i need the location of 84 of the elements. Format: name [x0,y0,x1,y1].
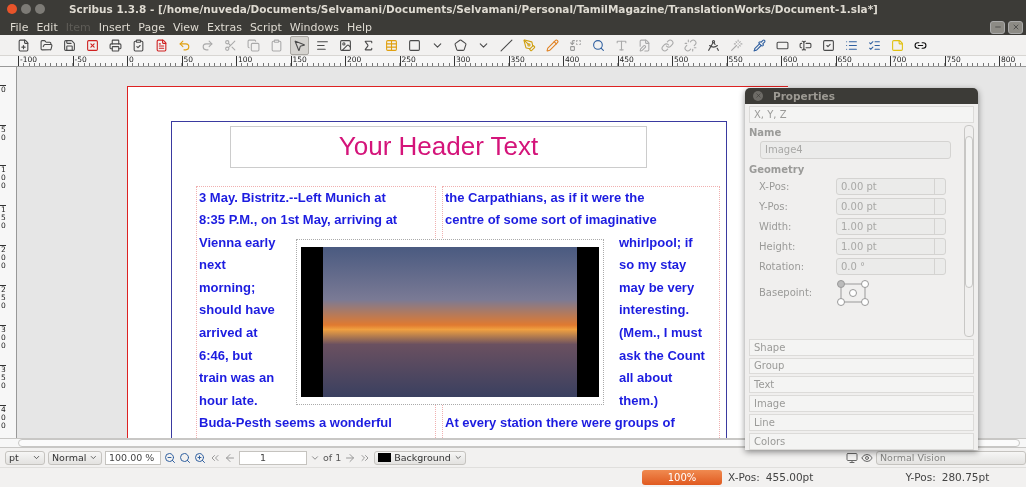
menu-item[interactable]: Page [134,20,169,34]
menu-item[interactable]: View [169,20,204,34]
zoom-in-icon[interactable] [194,451,206,464]
section-header[interactable]: Colors [749,433,974,450]
restore-icon[interactable] [990,20,1005,34]
body-text-line: train was an [198,369,275,388]
spin-field[interactable]: 1.00 pt [836,217,946,235]
header-text: Your Header Text [230,125,647,168]
body-text-line: should have [198,301,275,320]
zoom-field[interactable]: 100.00 % [105,450,161,465]
zoom-icon[interactable] [179,451,191,464]
spin-field[interactable]: 0.00 pt [836,177,946,195]
section-header[interactable]: Group [749,357,974,375]
select-pointer-icon[interactable] [290,35,309,55]
layer-dropdown[interactable]: Background [374,450,467,465]
spin-field[interactable]: 0.00 pt [836,197,946,215]
menu-item[interactable]: Windows [285,20,343,34]
mode-dropdown[interactable]: Normal [48,450,102,465]
eye-icon[interactable] [861,451,873,464]
unit-dropdown[interactable]: pt [5,450,45,465]
section-header[interactable]: Shape [749,338,974,356]
page-field[interactable]: 1 [239,450,307,465]
caret-icon [89,453,98,462]
body-text-line: interesting. [619,301,691,320]
body-text-line: arrived at [198,324,258,343]
previous-page-icon[interactable] [224,451,236,464]
body-text-line: may be very [619,278,696,297]
field-label: Rotation: [759,260,806,272]
section-header[interactable]: Image [749,395,974,413]
field-label: Basepoint: [759,287,814,299]
name-field[interactable]: Image4 [760,140,951,159]
menu-item[interactable]: File [6,20,33,34]
caret-icon [32,453,41,462]
spin-field[interactable]: 0.0 ° [836,257,946,275]
page-count: of 1 [323,452,342,463]
field-label: Height: [759,240,797,252]
menu-item[interactable]: Script [245,20,286,34]
body-text-line: (Mem., I must [619,324,704,343]
section-header[interactable]: Text [749,376,974,394]
body-text-line: so my stay [619,256,688,275]
menu-item[interactable]: Edit [32,20,62,34]
zoom-out-icon[interactable] [164,451,176,464]
body-text-line: morning; [198,278,256,297]
y-pos-label: Y-Pos: [905,471,936,484]
body-text-line: all about [619,369,674,388]
close-icon[interactable] [7,4,17,15]
body-text-line: the Carpathians, as if it were the [444,188,645,207]
progress-fill: 100% [642,470,722,485]
scrollbar[interactable] [964,124,974,337]
geometry-label: Geometry [749,163,806,175]
panel-title: Properties [773,89,835,102]
body-text-line: At every station there were groups of [444,414,675,433]
body-text-line: whirlpool; if [619,233,694,252]
body-text-line: centre of some sort of imaginative [444,211,657,230]
caret-icon [453,453,463,462]
x-pos-label: X-Pos: [728,471,760,484]
body-text-line: Buda-Pesth seems a wonderful [198,414,392,433]
field-label: Width: [759,220,793,232]
close-icon[interactable] [753,90,763,101]
body-text-line: 3 May. Bistritz.--Left Munich at [198,188,386,207]
minimize-icon[interactable] [21,4,31,15]
body-text-line: ask the Count [619,346,706,365]
body-text-line: 6:46, but [198,346,253,365]
menu-item[interactable]: Help [342,20,376,34]
name-label: Name [749,126,783,138]
body-text-line: hour late. [198,391,258,410]
y-pos-value: 280.75pt [941,471,990,484]
x-pos-value: 455.00pt [765,471,814,484]
menu-item[interactable]: Extras [203,20,246,34]
body-text-line: next [198,256,226,275]
menu-item[interactable]: Insert [94,20,135,34]
maximize-icon[interactable] [35,4,45,15]
close-icon[interactable] [1008,20,1023,34]
section-header[interactable]: X, Y, Z [749,105,974,123]
basepoint-selector[interactable] [836,278,870,307]
field-label: Y-Pos: [759,200,789,212]
spin-field[interactable]: 1.00 pt [836,237,946,255]
body-text-line: them.) [619,391,659,410]
field-label: X-Pos: [759,180,791,192]
body-text-line: Vienna early [198,233,276,252]
window-title: Scribus 1.3.8 - [/home/nuveda/Documents/Selvamani/Documents/Selvamani/Personal/TamilMagazine/TranslationWorks/Document-1.sla*] [69,3,878,16]
section-header[interactable]: Line [749,414,974,432]
body-text-line: 8:35 P.M., on 1st May, arriving at [198,211,398,230]
monitor-icon[interactable] [846,451,858,464]
